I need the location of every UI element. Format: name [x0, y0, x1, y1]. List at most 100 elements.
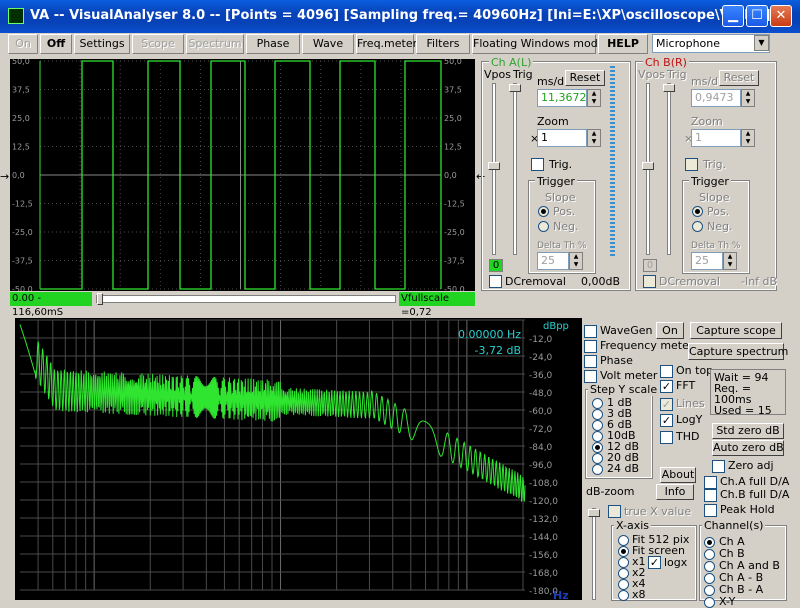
cha-vpos-slider[interactable] [488, 83, 500, 255]
x8-radio[interactable] [618, 590, 629, 601]
settings-button[interactable]: Settings [74, 34, 130, 54]
cha-reset-button[interactable]: Reset [565, 70, 605, 86]
cha-zoom-input[interactable]: 1 [537, 129, 587, 147]
cha-vpos-thumb[interactable] [488, 162, 500, 170]
stepy-radio[interactable] [592, 398, 603, 409]
chb-delta-input[interactable]: 25 [691, 252, 723, 270]
x4-radio[interactable] [618, 579, 629, 590]
phase-button[interactable]: Phase [246, 34, 300, 54]
stepy-radio[interactable] [592, 409, 603, 420]
std-zero-db-button[interactable]: Std zero dB [712, 423, 784, 439]
stepy-radio[interactable] [592, 453, 603, 464]
chb-trig-slider[interactable] [663, 83, 675, 255]
cha-neg-radio[interactable] [538, 221, 549, 232]
spectrum-xtick: 10000 [450, 591, 485, 600]
on-button[interactable]: On [8, 34, 38, 54]
cha-zoom-spinner[interactable]: ▲ ▼ [587, 129, 601, 147]
input-source-select[interactable]: Microphone [652, 34, 770, 53]
scope-ytick-left: -37,5 [12, 257, 33, 266]
chb-msd-input[interactable]: 0,9473 [691, 89, 741, 107]
dbzoom-slider[interactable] [588, 508, 600, 600]
cha-dcremoval-checkbox[interactable] [489, 275, 502, 288]
info-button[interactable]: Info [656, 484, 694, 500]
logx-checkbox[interactable]: ✓ [648, 556, 661, 569]
spectrum-xtick: 400 [197, 591, 216, 600]
oscilloscope-display[interactable]: 50,0 37,5 25,0 12,5 0,0 -12,5 -25,0 -37,5 -50,0 5… [10, 57, 475, 294]
close-button[interactable]: ✕ [770, 5, 792, 27]
chb-reset-button[interactable]: Reset [719, 70, 759, 86]
peak-hold-checkbox[interactable] [704, 504, 717, 517]
chb-vpos-thumb[interactable] [642, 162, 654, 170]
cha-msd-spinner[interactable]: ▲ ▼ [587, 89, 601, 107]
chb-trig-thumb[interactable] [663, 84, 675, 92]
scope-button[interactable]: Scope [132, 34, 184, 54]
phase-checkbox[interactable] [584, 355, 597, 368]
chevron-down-icon[interactable]: ▼ [754, 35, 769, 51]
chb-delta-spinner[interactable]: ▲ ▼ [723, 252, 737, 270]
cha-msd-input[interactable]: 11,3672 [537, 89, 587, 107]
cha-delta-input[interactable]: 25 [537, 252, 569, 270]
capture-scope-button[interactable]: Capture scope [690, 322, 782, 339]
ontop-checkbox[interactable] [660, 365, 673, 378]
chb-trig-checkbox[interactable] [685, 158, 698, 171]
time-scroll-slider[interactable] [96, 293, 396, 305]
channel-radio[interactable] [704, 597, 715, 608]
cha-full-da-label: Ch.A full D/A [720, 475, 790, 488]
channel-radio[interactable] [704, 537, 715, 548]
wavegen-on-button[interactable]: On [656, 322, 684, 339]
cha-trig-thumb[interactable] [509, 84, 521, 92]
x1-radio[interactable] [618, 557, 629, 568]
capture-spectrum-button[interactable]: Capture spectrum [688, 343, 788, 360]
stepy-radio[interactable] [592, 431, 603, 442]
chb-zoom-spinner[interactable]: ▲ ▼ [741, 129, 755, 147]
spectrum-display[interactable]: -12,0 -24,0 -36,0 -48,0 -60,0 -72,0 -84,0 -96,0… [15, 318, 582, 602]
logy-checkbox[interactable]: ✓ [660, 414, 673, 427]
fit512-radio[interactable] [618, 535, 629, 546]
help-button[interactable]: HELP [598, 34, 648, 54]
chb-msd-spinner[interactable]: ▲ ▼ [741, 89, 755, 107]
maximize-button[interactable]: ☐ [746, 5, 768, 27]
spectrum-button[interactable]: Spectrum [186, 34, 244, 54]
cha-trig-checkbox[interactable] [531, 158, 544, 171]
chb-neg-radio[interactable] [692, 221, 703, 232]
cha-pos-radio[interactable] [538, 206, 549, 217]
chb-dcremoval-checkbox[interactable] [643, 275, 656, 288]
off-button[interactable]: Off [40, 34, 72, 54]
freqmeter-button[interactable]: Freq.meter [356, 34, 417, 54]
cha-trig-slider[interactable] [509, 83, 521, 255]
chb-vpos-slider[interactable] [642, 83, 654, 255]
chb-pos-radio[interactable] [692, 206, 703, 217]
stepy-radio[interactable] [592, 442, 603, 453]
true-x-checkbox[interactable] [608, 505, 621, 518]
stepy-radio[interactable] [592, 420, 603, 431]
minimize-button[interactable]: ▁ [722, 5, 744, 27]
voltmeter-checkbox[interactable] [584, 370, 597, 383]
channel-radio[interactable] [704, 585, 715, 596]
channel-radio[interactable] [704, 573, 715, 584]
channel-radio[interactable] [704, 549, 715, 560]
lines-checkbox[interactable]: ✓ [660, 398, 673, 411]
fft-checkbox[interactable]: ✓ [660, 380, 673, 393]
cha-full-da-checkbox[interactable] [704, 476, 717, 489]
scope-ytick-left: 0,0 [12, 171, 25, 180]
chb-full-da-checkbox[interactable] [704, 489, 717, 502]
time-scroll-thumb[interactable] [97, 293, 103, 305]
thd-checkbox[interactable] [660, 431, 673, 444]
dbzoom-thumb[interactable] [588, 509, 600, 517]
x2-radio[interactable] [618, 568, 629, 579]
freqmeter-checkbox[interactable] [584, 340, 597, 353]
filters-button[interactable]: Filters [416, 34, 470, 54]
scope-ytick-left: 37,5 [12, 86, 30, 95]
cha-delta-spinner[interactable]: ▲ ▼ [569, 252, 583, 270]
channel-radio[interactable] [704, 561, 715, 572]
chb-zoom-input[interactable]: 1 [691, 129, 741, 147]
title-bar[interactable]: VA -- VisualAnalyser 8.0 -- [Points = 40… [0, 0, 800, 33]
about-button[interactable]: About [660, 467, 696, 483]
wave-button[interactable]: Wave [302, 34, 354, 54]
stepy-radio[interactable] [592, 464, 603, 475]
auto-zero-db-button[interactable]: Auto zero dB [712, 440, 784, 456]
fitscreen-radio[interactable] [618, 546, 629, 557]
zero-adj-checkbox[interactable] [712, 460, 725, 473]
wavegen-checkbox[interactable] [584, 325, 597, 338]
floating-windows-button[interactable]: Floating Windows mode [472, 34, 604, 54]
